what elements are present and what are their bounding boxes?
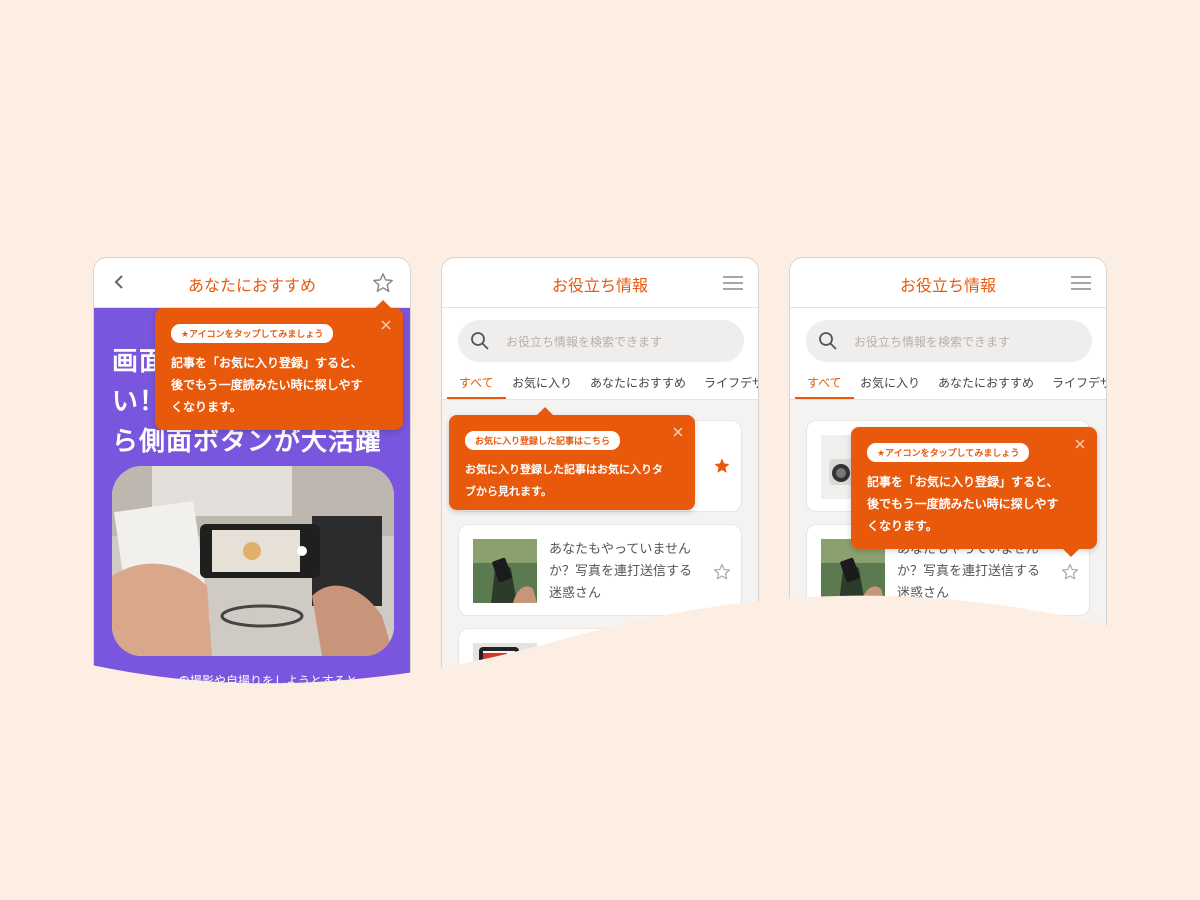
- phone-screen-feed-star-hint: お役立ち情報 お役立ち情報を検索できます すべて お気に入り あなたにおすすめ …: [789, 257, 1107, 717]
- tooltip-message: 記事を「お気に入り登録」すると、 後でもう一度読みたい時に探しやす くなります。: [171, 352, 363, 418]
- tooltip-arrow: [1063, 549, 1079, 557]
- phone-hand-photo: [473, 539, 537, 603]
- smartphone-photo-illustration: [112, 466, 394, 656]
- tab-all[interactable]: すべて: [795, 374, 854, 399]
- tooltip-line: くなります。: [171, 400, 242, 414]
- star-filled-icon[interactable]: [713, 457, 731, 475]
- onboarding-tooltip: ★アイコンをタップしてみましょう 記事を「お気に入り登録」すると、 後でもう一度…: [155, 300, 403, 430]
- onboarding-tooltip: ★アイコンをタップしてみましょう 記事を「お気に入り登録」すると、 後でもう一度…: [851, 427, 1097, 557]
- close-icon[interactable]: [673, 427, 683, 437]
- tooltip-line: お気に入り登録した記事はお気に入りタ: [465, 463, 663, 476]
- tooltip-badge: ★アイコンをタップしてみましょう: [171, 324, 334, 343]
- category-tabs: すべて お気に入り あなたにおすすめ ライフデザ: [790, 366, 1106, 400]
- card-title-line: 迷惑さん: [897, 586, 950, 601]
- search-placeholder: お役立ち情報を検索できます: [506, 335, 663, 349]
- search-input[interactable]: お役立ち情報を検索できます: [458, 320, 744, 362]
- phone-screen-article: あなたにおすすめ 画面 い！ ら側面ボタンが大活躍 の撮影や自撮りをしようとする…: [93, 257, 411, 717]
- card-title-line: 迷惑さん: [549, 586, 602, 601]
- article-thumbnail: [473, 643, 537, 707]
- app-header: お役立ち情報: [442, 258, 758, 308]
- phone-screen-feed-favorites: お役立ち情報 お役立ち情報を検索できます すべて お気に入り あなたにおすすめ …: [441, 257, 759, 717]
- article-card[interactable]: スマホ: [458, 628, 742, 716]
- onboarding-tooltip: お気に入り登録した記事はこちら お気に入り登録した記事はお気に入りタ ブから見れ…: [449, 407, 695, 510]
- tab-life-design[interactable]: ライフデザ: [1052, 374, 1106, 399]
- search-icon: [819, 332, 837, 350]
- article-thumbnail: [473, 539, 537, 603]
- tooltip-line: ブから見れます。: [465, 485, 552, 498]
- tooltip-message: お気に入り登録した記事はお気に入りタ ブから見れます。: [465, 459, 663, 503]
- news-phone-photo: [473, 643, 537, 707]
- category-tabs: すべて お気に入り あなたにおすすめ ライフデザ: [442, 366, 758, 400]
- tooltip-badge: ★アイコンをタップしてみましょう: [867, 443, 1030, 462]
- page-title: お役立ち情報: [899, 276, 996, 295]
- tooltip-line: 記事を「お気に入り登録」すると、: [867, 475, 1059, 489]
- stage: あなたにおすすめ 画面 い！ ら側面ボタンが大活躍 の撮影や自撮りをしようとする…: [0, 0, 1200, 900]
- app-header: お役立ち情報: [790, 258, 1106, 308]
- hamburger-menu-icon[interactable]: [1070, 275, 1092, 291]
- tab-all[interactable]: すべて: [447, 374, 506, 399]
- close-icon[interactable]: [381, 320, 391, 330]
- card-title-line: スマホ: [549, 646, 588, 661]
- tab-life-design[interactable]: ライフデザ: [704, 374, 758, 399]
- star-outline-icon[interactable]: [372, 272, 394, 294]
- search-placeholder: お役立ち情報を検索できます: [854, 335, 1011, 349]
- tab-favorites[interactable]: お気に入り: [860, 374, 920, 399]
- article-body-text: の撮影や自撮りをしようとすると: [178, 674, 358, 688]
- card-title-line: か？写真を連打送信する: [549, 564, 693, 579]
- close-icon[interactable]: [1075, 439, 1085, 449]
- tab-recommended[interactable]: あなたにおすすめ: [590, 374, 686, 399]
- page-title: あなたにおすすめ: [187, 276, 316, 295]
- tooltip-arrow: [537, 407, 553, 415]
- star-outline-icon[interactable]: [1061, 563, 1079, 581]
- article-card[interactable]: あなたもやっていません か？写真を連打送信する 迷惑さん: [458, 524, 742, 616]
- star-outline-icon[interactable]: [713, 563, 731, 581]
- page-title: お役立ち情報: [551, 276, 648, 295]
- tooltip-line: 後でもう一度読みたい時に探しやす: [171, 378, 363, 392]
- card-title-line: あなたもやっていません: [549, 542, 691, 557]
- tooltip-line: くなります。: [867, 519, 938, 533]
- tooltip-message: 記事を「お気に入り登録」すると、 後でもう一度読みたい時に探しやす くなります。: [867, 471, 1059, 537]
- app-header: あなたにおすすめ: [94, 258, 410, 308]
- search-icon: [471, 332, 489, 350]
- tooltip-line: 後でもう一度読みたい時に探しやす: [867, 497, 1059, 511]
- card-title-line: か？写真を連打送信する: [897, 564, 1041, 579]
- article-card-title: スマホ: [549, 643, 709, 665]
- tooltip-arrow: [375, 300, 391, 308]
- tooltip-badge: お気に入り登録した記事はこちら: [465, 431, 621, 450]
- article-hero-image: [112, 466, 394, 656]
- tooltip-line: 記事を「お気に入り登録」すると、: [171, 356, 363, 370]
- tab-favorites[interactable]: お気に入り: [512, 374, 572, 399]
- tab-recommended[interactable]: あなたにおすすめ: [938, 374, 1034, 399]
- article-card-title: あなたもやっていません か？写真を連打送信する 迷惑さん: [549, 539, 709, 605]
- search-input[interactable]: お役立ち情報を検索できます: [806, 320, 1092, 362]
- hamburger-menu-icon[interactable]: [722, 275, 744, 291]
